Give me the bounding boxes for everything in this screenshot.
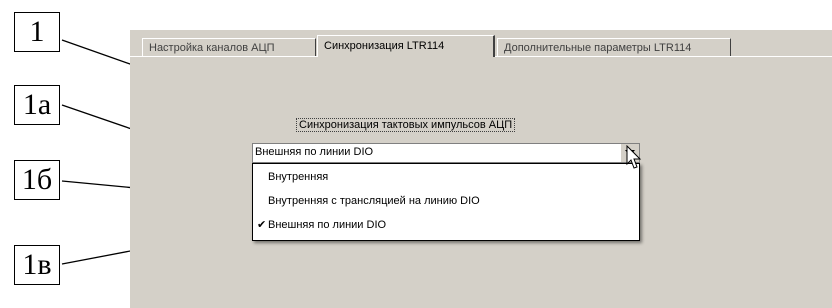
sync-group-label: Синхронизация тактовых импульсов АЦП [296, 118, 516, 132]
option-internal-dio[interactable]: Внутренняя с трансляцией на линию DIO [253, 190, 639, 212]
tab-sync-ltr114[interactable]: Синхронизация LTR114 [317, 35, 495, 57]
callout-1v: 1в [14, 245, 60, 285]
callout-1a: 1а [14, 85, 60, 125]
option-internal[interactable]: Внутренняя [253, 166, 639, 188]
callout-1: 1 [14, 12, 60, 52]
option-label: Внутренняя с трансляцией на линию DIO [268, 195, 480, 207]
option-label: Внутренняя [268, 171, 329, 183]
settings-dialog: Настройка каналов АЦП Синхронизация LTR1… [130, 30, 832, 308]
combo-selected-value: Внешняя по линии DIO [255, 146, 374, 158]
tab-adc-channels[interactable]: Настройка каналов АЦП [142, 38, 316, 56]
tab-extra-params[interactable]: Дополнительные параметры LTR114 [497, 38, 731, 56]
sync-options-list: Внутренняя Внутренняя с трансляцией на л… [252, 163, 640, 241]
sync-source-combobox[interactable]: Внешняя по линии DIO [252, 143, 640, 163]
option-label: Внешняя по линии DIO [268, 219, 387, 231]
option-external-dio[interactable]: ✔ Внешняя по линии DIO [253, 214, 639, 236]
mouse-pointer-icon [626, 145, 642, 169]
callout-1b: 1б [14, 160, 60, 200]
check-icon: ✔ [257, 219, 267, 231]
